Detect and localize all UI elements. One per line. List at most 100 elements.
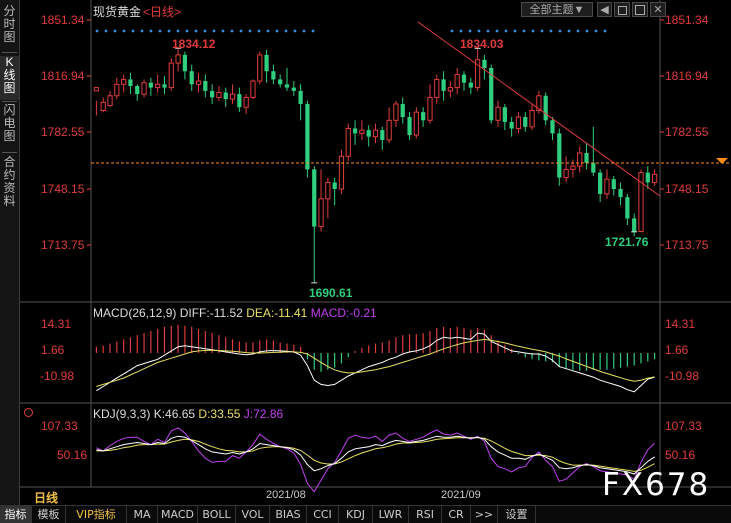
candle-body <box>570 165 576 170</box>
event-dot <box>248 29 252 33</box>
kdj-d-value: D:33.55 <box>198 407 241 421</box>
event-dot <box>131 29 135 33</box>
toolbar-tab-lwr[interactable]: LWR <box>373 506 409 523</box>
kdj-label: KDJ(9,3,3) <box>93 407 151 421</box>
candle-body <box>482 59 487 68</box>
candle-body <box>611 179 616 189</box>
price-axis-label-right: 1816.94 <box>665 69 709 83</box>
prev-arrow-button[interactable]: ◀ <box>597 2 612 17</box>
candle-body <box>509 121 514 129</box>
event-dot <box>140 29 144 33</box>
candle-body <box>550 120 555 134</box>
event-dot <box>522 29 526 33</box>
kdj-k-value: K:46.65 <box>153 407 196 421</box>
event-dot <box>104 29 108 33</box>
candle-body <box>407 117 412 136</box>
candle-body <box>604 178 610 195</box>
candle-body <box>318 198 324 228</box>
candle-body <box>645 172 650 183</box>
candle-body <box>380 130 385 140</box>
kdj-panel <box>96 427 655 493</box>
low-annotation-right: 1721.76 <box>605 235 649 249</box>
macd-diff-value: DIFF:-11.52 <box>179 306 243 320</box>
toolbar-tab-rsi[interactable]: RSI <box>409 506 442 523</box>
indicator-toolbar: 指标 模板 VIP指标 MA MACD BOLL VOL BIAS CCI KD… <box>0 505 731 523</box>
candle-body <box>557 133 562 178</box>
event-dot <box>477 29 481 33</box>
toolbar-more-button[interactable]: >> <box>471 506 498 523</box>
candle-body <box>434 78 440 98</box>
candle-body <box>100 101 106 111</box>
price-axis-label-left: 1851.34 <box>41 13 85 27</box>
toolbar-tab-cr[interactable]: CR <box>442 506 471 523</box>
restore-window-button[interactable] <box>614 2 630 17</box>
event-dot <box>594 29 598 33</box>
period-label[interactable]: <日线> <box>143 5 181 19</box>
candle-body <box>502 107 507 122</box>
macd-axis-label-right: -10.98 <box>665 369 700 383</box>
theme-dropdown[interactable]: 全部主题▼ <box>521 2 593 17</box>
event-dot <box>230 29 234 33</box>
toolbar-tab-bias[interactable]: BIAS <box>270 506 307 523</box>
toolbar-tab-ma[interactable]: MA <box>127 506 158 523</box>
price-axis-label-left: 1713.75 <box>41 238 85 252</box>
event-dot <box>194 29 198 33</box>
candle-body <box>189 71 194 85</box>
toolbar-tab-boll[interactable]: BOLL <box>198 506 236 523</box>
event-dot <box>95 29 99 33</box>
macd-header: MACD(26,12,9) DIFF:-11.52 DEA:-11.41 MAC… <box>93 306 377 320</box>
event-dot <box>603 29 607 33</box>
candle-body <box>148 82 153 88</box>
toolbar-tab-template[interactable]: 模板 <box>32 506 66 523</box>
candle-body <box>598 172 603 194</box>
candle-body <box>495 106 501 121</box>
event-dot <box>531 29 535 33</box>
candle-body <box>393 103 399 121</box>
candle-body <box>210 90 215 98</box>
candle-body <box>128 79 133 86</box>
candle-body <box>168 62 174 89</box>
macd-panel <box>95 324 656 393</box>
maximize-button[interactable] <box>632 2 648 17</box>
event-dot <box>450 29 454 33</box>
toolbar-settings-button[interactable]: 设置 <box>498 506 536 523</box>
event-dot <box>302 29 306 33</box>
candle-body <box>114 83 120 97</box>
candle-body <box>257 54 263 82</box>
candle-body <box>175 54 181 64</box>
candle-body <box>237 94 242 108</box>
kdj-header: KDJ(9,3,3) K:46.65 D:33.55 J:72.86 <box>93 407 283 421</box>
candle-body <box>345 127 351 157</box>
price-axis-label-left: 1748.15 <box>41 182 85 196</box>
candle-body <box>461 74 467 83</box>
candle-body <box>203 81 208 91</box>
event-dot <box>221 29 225 33</box>
price-axis-label-left: 1816.94 <box>41 69 85 83</box>
toolbar-tab-cci[interactable]: CCI <box>307 506 339 523</box>
toolbar-tab-vip[interactable]: VIP指标 <box>66 506 127 523</box>
toolbar-tab-indicators[interactable]: 指标 <box>0 506 32 523</box>
toolbar-tab-macd[interactable]: MACD <box>158 506 198 523</box>
candle-body <box>155 83 161 89</box>
kdj-d-line <box>96 437 655 472</box>
maximize-icon <box>635 5 645 15</box>
toolbar-tab-vol[interactable]: VOL <box>236 506 270 523</box>
event-dot <box>239 29 243 33</box>
toolbar-tab-kdj[interactable]: KDJ <box>339 506 373 523</box>
chart-title: 现货黄金 <日线> <box>93 3 181 20</box>
price-axis-label-right: 1748.15 <box>665 182 709 196</box>
period-tag[interactable]: 日线 <box>34 489 58 506</box>
kline-chart[interactable] <box>0 0 731 505</box>
event-dots <box>95 29 607 33</box>
candle-body <box>291 87 296 91</box>
event-dot <box>284 29 288 33</box>
candle-body <box>563 168 569 179</box>
kdj-settings-icon[interactable] <box>24 408 33 417</box>
candle-body <box>400 103 405 118</box>
close-button[interactable]: ✕ <box>650 2 666 17</box>
event-dot <box>257 29 261 33</box>
candle-body <box>447 87 453 92</box>
candle-body <box>135 85 140 95</box>
event-dot <box>275 29 279 33</box>
candle-body <box>651 173 658 183</box>
